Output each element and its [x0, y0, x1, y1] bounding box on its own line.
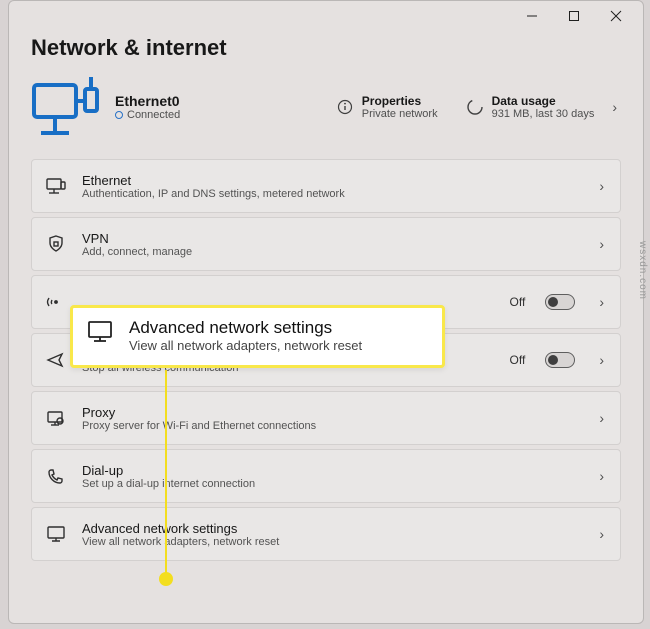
hotspot-icon — [44, 293, 68, 311]
chevron-right-icon: › — [595, 294, 608, 310]
data-usage-icon — [466, 98, 484, 116]
maximize-button[interactable] — [553, 2, 595, 30]
chevron-right-icon: › — [595, 468, 608, 484]
dialup-item[interactable]: Dial-up Set up a dial-up internet connec… — [31, 449, 621, 503]
watermark: wsxdn.com — [637, 241, 648, 300]
phone-icon — [44, 467, 68, 485]
proxy-icon — [44, 409, 68, 427]
titlebar — [9, 1, 643, 31]
chevron-right-icon: › — [608, 99, 621, 115]
chevron-right-icon: › — [595, 352, 608, 368]
callout-title: Advanced network settings — [129, 318, 362, 338]
properties-button[interactable]: Properties Private network — [336, 94, 438, 120]
advanced-network-item[interactable]: Advanced network settings View all netwo… — [31, 507, 621, 561]
chevron-right-icon: › — [595, 236, 608, 252]
page-title: Network & internet — [31, 35, 621, 61]
callout-arrow-dot — [159, 572, 173, 586]
monitor-icon — [87, 318, 115, 349]
close-button[interactable] — [595, 2, 637, 30]
callout-advanced-network: Advanced network settings View all netwo… — [70, 305, 445, 368]
minimize-button[interactable] — [511, 2, 553, 30]
ethernet-item[interactable]: Ethernet Authentication, IP and DNS sett… — [31, 159, 621, 213]
ethernet-icon — [44, 177, 68, 195]
network-status-row: Ethernet0 Connected Properties Private n… — [31, 75, 621, 139]
connection-status: Connected — [115, 109, 322, 121]
hotspot-toggle[interactable] — [545, 294, 575, 310]
chevron-right-icon: › — [595, 410, 608, 426]
monitor-icon — [44, 525, 68, 543]
network-computer-icon — [31, 75, 101, 139]
info-icon — [336, 98, 354, 116]
data-usage-button[interactable]: Data usage 931 MB, last 30 days — [466, 94, 595, 120]
callout-arrow — [165, 370, 167, 575]
globe-icon — [115, 111, 123, 119]
network-name: Ethernet0 — [115, 93, 322, 109]
callout-subtitle: View all network adapters, network reset — [129, 338, 362, 353]
chevron-right-icon: › — [595, 526, 608, 542]
proxy-item[interactable]: Proxy Proxy server for Wi-Fi and Etherne… — [31, 391, 621, 445]
chevron-right-icon: › — [595, 178, 608, 194]
airplane-toggle[interactable] — [545, 352, 575, 368]
vpn-item[interactable]: VPN Add, connect, manage › — [31, 217, 621, 271]
airplane-icon — [44, 351, 68, 369]
shield-icon — [44, 234, 68, 254]
